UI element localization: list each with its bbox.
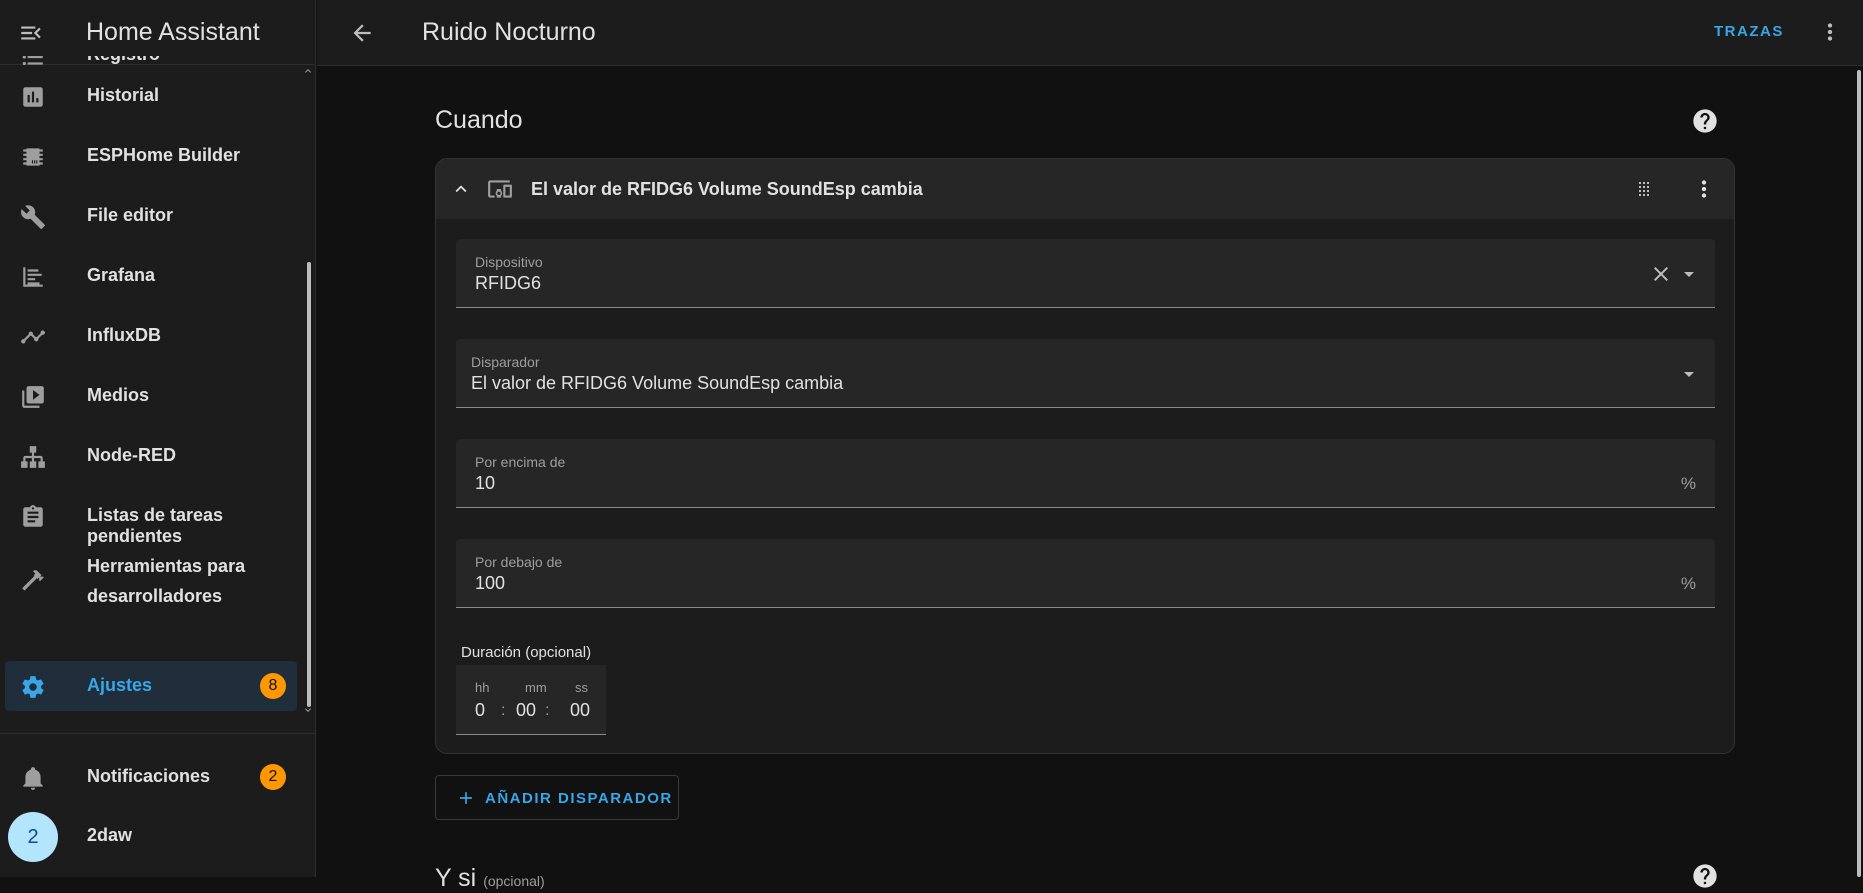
duration-input[interactable]: hh mm ss 0 : 00 : 00 (456, 665, 606, 735)
clipboard-list-icon (23, 505, 43, 527)
drag-handle-icon[interactable] (1632, 177, 1656, 201)
sidebar-item-historial[interactable]: Historial (5, 71, 297, 121)
sidebar-item-label: File editor (87, 205, 174, 225)
device-select[interactable]: Dispositivo RFIDG6 (456, 239, 1715, 308)
more-vertical-icon[interactable] (1817, 19, 1843, 45)
sidebar-item-node-red[interactable]: Node-RED (5, 431, 297, 481)
minutes-value[interactable]: 00 (516, 700, 536, 721)
sidebar-item-label: Ajustes (87, 675, 153, 695)
scroll-up-icon[interactable] (302, 65, 314, 77)
hammer-icon (22, 570, 44, 591)
page-title: Ruido Nocturno (422, 18, 596, 46)
trigger-select[interactable]: Disparador El valor de RFIDG6 Volume Sou… (456, 339, 1715, 408)
below-input[interactable]: Por debajo de 100 % (456, 539, 1715, 608)
sitemap-icon (21, 446, 45, 468)
above-label: Por encima de (475, 454, 566, 470)
top-app-bar: Ruido Nocturno TRAZAS (317, 0, 1863, 66)
help-circle-icon[interactable] (1691, 107, 1719, 135)
play-box-icon (22, 386, 44, 408)
sidebar-item-todo[interactable]: Listas de tareas pendientes (5, 491, 297, 546)
and-if-optional: (opcional) (483, 873, 545, 889)
plus-icon (460, 792, 472, 804)
close-icon[interactable] (1649, 262, 1673, 286)
sidebar-item-influxdb[interactable]: InfluxDB (5, 311, 297, 361)
sidebar-item-label: Medios (87, 385, 150, 405)
sidebar-item-label: Historial (87, 85, 160, 105)
sidebar-item-label: InfluxDB (87, 325, 161, 345)
device-label: Dispositivo (475, 254, 543, 270)
grafana-icon (23, 267, 43, 287)
sidebar-scrollbar[interactable] (307, 262, 311, 707)
below-label: Por debajo de (475, 554, 563, 570)
duration-label: Duración (opcional) (461, 644, 592, 661)
cog-icon (22, 676, 44, 698)
chip-icon (23, 148, 43, 166)
above-input[interactable]: Por encima de 10 % (456, 439, 1715, 508)
seconds-value[interactable]: 00 (570, 700, 590, 721)
sidebar-item-dev-tools[interactable]: Herramientas para desarrolladores (5, 548, 297, 612)
sidebar-item-label: Herramientas para desarrolladores (87, 556, 246, 606)
sidebar-divider (0, 733, 316, 734)
line-chart-icon (21, 330, 45, 344)
sidebar-item-medios[interactable]: Medios (5, 371, 297, 421)
sidebar-item-label: ESPHome Builder (87, 145, 241, 165)
main-scrollbar[interactable] (1857, 70, 1861, 877)
trigger-label: Disparador (471, 354, 540, 370)
chevron-up-icon[interactable] (450, 178, 472, 200)
menu-down-icon[interactable] (1677, 262, 1701, 286)
device-value: RFIDG6 (475, 273, 542, 293)
sidebar-item-file-editor[interactable]: File editor (5, 191, 297, 241)
app-title: Home Assistant (86, 18, 260, 46)
trigger-card-header[interactable]: El valor de RFIDG6 Volume SoundEsp cambi… (436, 159, 1734, 219)
above-value: 10 (475, 473, 496, 493)
trigger-value: El valor de RFIDG6 Volume SoundEsp cambi… (471, 373, 844, 393)
notifications-label: Notificaciones (87, 766, 211, 786)
avatar[interactable]: 2 (8, 812, 58, 862)
below-value: 100 (475, 573, 506, 593)
help-circle-icon[interactable] (1691, 862, 1719, 890)
sidebar-list: Registro Historial ESPHome Builder File … (0, 56, 316, 722)
sidebar-item-label: Registro (87, 56, 160, 65)
trigger-title: El valor de RFIDG6 Volume SoundEsp cambi… (531, 179, 923, 199)
bell-icon (23, 767, 43, 790)
sidebar: Home Assistant Registro Historial ESPHom… (0, 0, 316, 877)
minutes-label: mm (525, 680, 547, 695)
below-unit: % (1680, 574, 1696, 593)
time-separator: : (501, 702, 506, 719)
menu-open-icon[interactable] (18, 20, 44, 46)
add-trigger-label: AÑADIR DISPARADOR (485, 790, 673, 807)
add-trigger-button[interactable]: AÑADIR DISPARADOR (435, 775, 679, 820)
sidebar-item-esphome[interactable]: ESPHome Builder (5, 131, 297, 181)
trigger-card: El valor de RFIDG6 Volume SoundEsp cambi… (435, 158, 1735, 754)
and-if-title: Y si (435, 864, 477, 892)
traces-button[interactable]: TRAZAS (1714, 23, 1784, 40)
and-if-section-title: Y si (opcional) (435, 864, 545, 893)
seconds-label: ss (575, 680, 588, 695)
wrench-icon (21, 205, 45, 229)
hours-label: hh (475, 680, 490, 695)
sidebar-item-label: Grafana (87, 265, 156, 285)
hours-value[interactable]: 0 (475, 700, 485, 721)
sidebar-item-label: Node-RED (87, 445, 176, 465)
sidebar-item-notifications[interactable]: Notificaciones 2 (5, 752, 297, 802)
above-unit: % (1680, 474, 1696, 493)
sidebar-item-label: Listas de tareas pendientes (87, 505, 224, 546)
settings-badge: 8 (260, 673, 286, 699)
time-separator: : (545, 702, 550, 719)
when-section-title: Cuando (435, 106, 523, 134)
user-name[interactable]: 2daw (87, 825, 132, 846)
notifications-badge: 2 (260, 764, 286, 790)
sidebar-item-grafana[interactable]: Grafana (5, 251, 297, 301)
arrow-left-icon[interactable] (349, 20, 375, 46)
more-vertical-icon[interactable] (1691, 176, 1717, 202)
list-icon (22, 56, 43, 66)
chart-box-icon (23, 87, 43, 107)
sidebar-item-ajustes[interactable]: Ajustes 8 (5, 661, 297, 711)
menu-down-icon[interactable] (1677, 362, 1701, 386)
devices-icon (488, 180, 512, 198)
